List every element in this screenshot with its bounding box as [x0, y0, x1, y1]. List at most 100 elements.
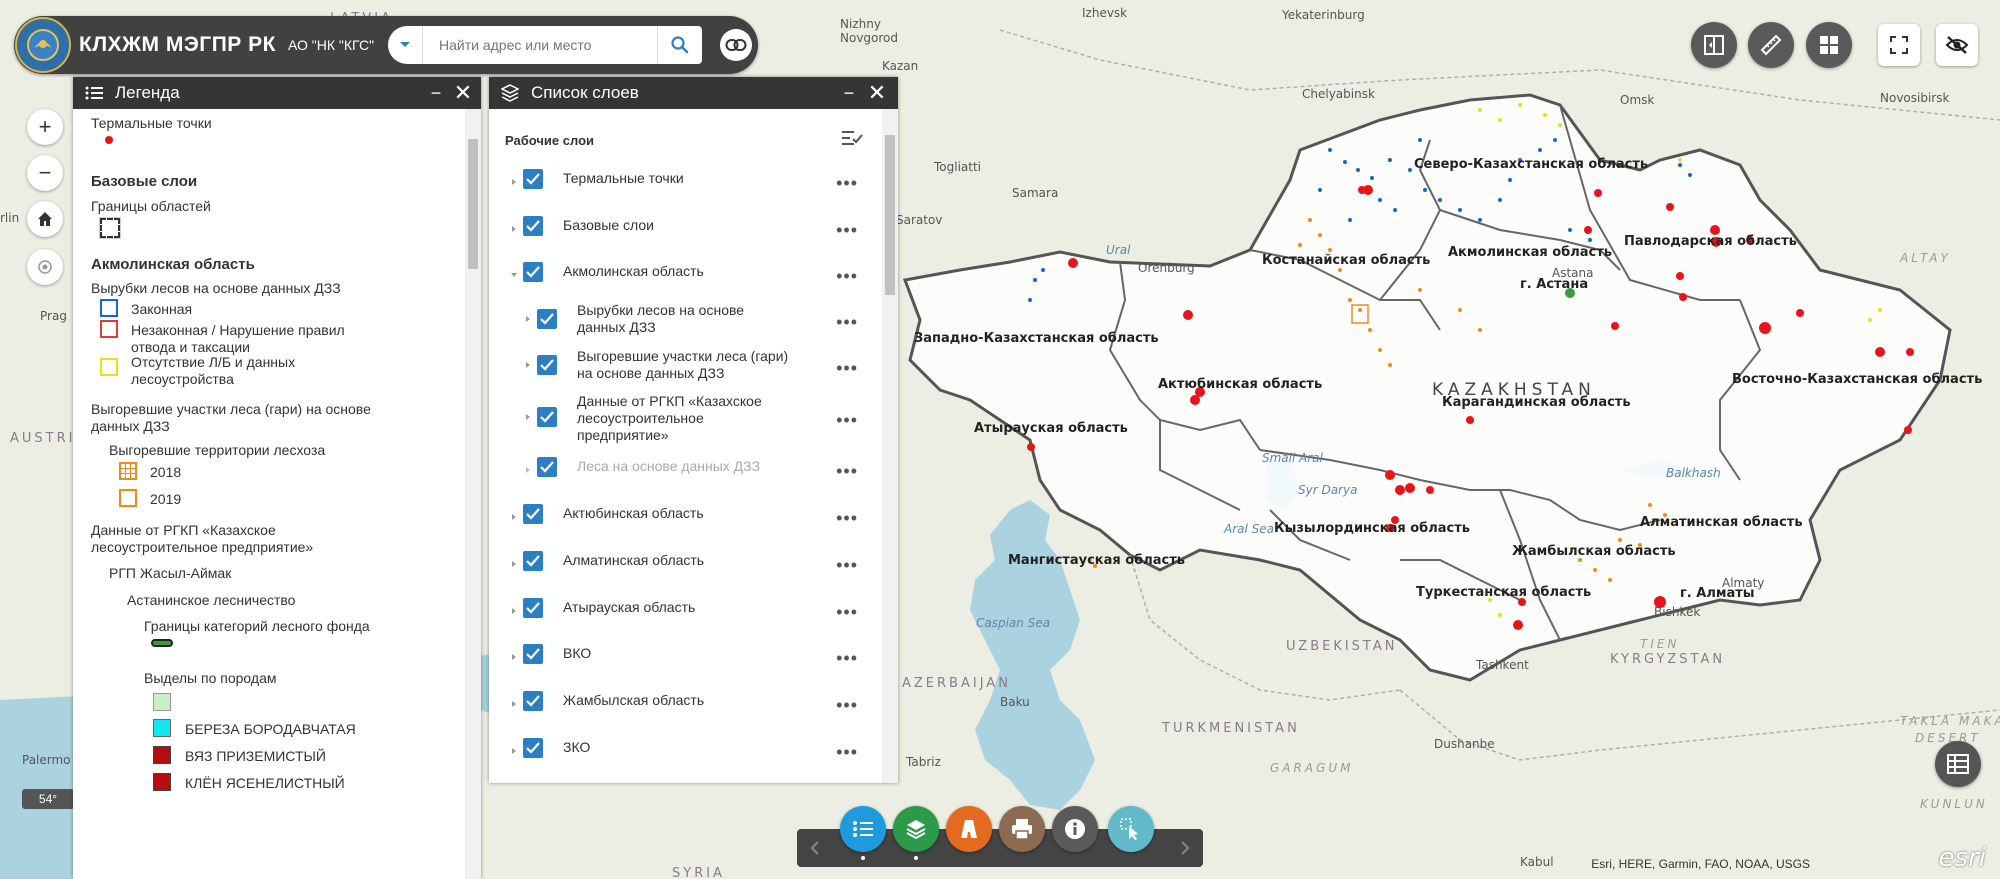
layer-row-burned[interactable]: Выгоревшие участки леса (гари) на основе… — [489, 343, 882, 387]
zoom-out-button[interactable]: − — [27, 155, 63, 191]
home-button[interactable] — [27, 201, 63, 237]
chevron-right-icon[interactable] — [1179, 840, 1191, 856]
chevron-right-icon[interactable] — [510, 653, 518, 661]
layer-row-vko[interactable]: ВКО ••• — [489, 639, 882, 679]
more-options-icon[interactable]: ••• — [836, 603, 858, 621]
map-region-kyzylorda: Кызылординская область — [1274, 521, 1470, 536]
more-options-icon[interactable]: ••• — [836, 174, 858, 192]
layer-row-zhambyl[interactable]: Жамбылская область ••• — [489, 686, 882, 726]
layer-row-thermal[interactable]: Термальные точки ••• — [489, 164, 882, 204]
search-button[interactable] — [657, 26, 702, 64]
minimize-icon[interactable]: − — [423, 77, 449, 109]
chevron-right-icon[interactable] — [524, 315, 532, 323]
search-input[interactable] — [437, 36, 651, 54]
more-options-icon[interactable]: ••• — [836, 221, 858, 239]
more-options-icon[interactable]: ••• — [836, 313, 858, 331]
legend-burned-line2: данных ДЗЗ — [91, 418, 170, 434]
legend-title: Легенда — [115, 83, 180, 102]
chevron-right-icon[interactable] — [524, 413, 532, 421]
chevron-right-icon[interactable] — [510, 747, 518, 755]
layer-checkbox[interactable] — [537, 309, 557, 329]
layer-row-zko[interactable]: ЗКО ••• — [489, 733, 882, 773]
legend-widget-button[interactable] — [840, 806, 886, 852]
more-options-icon[interactable]: ••• — [836, 696, 858, 714]
layer-row-rgkp[interactable]: Данные от РГКП «Казахское лесоустроитель… — [489, 389, 882, 447]
legend-scrollbar[interactable] — [465, 109, 481, 879]
layer-checkbox[interactable] — [537, 407, 557, 427]
print-widget-button[interactable] — [999, 806, 1045, 852]
about-widget-button[interactable] — [1052, 806, 1098, 852]
layer-checkbox[interactable] — [523, 598, 543, 618]
layer-label-line1: Данные от РГКП «Казахское — [577, 393, 762, 409]
layer-row-logging[interactable]: Вырубки лесов на основе данных ДЗЗ ••• — [489, 297, 882, 341]
layer-row-atyrau[interactable]: Атырауская область ••• — [489, 593, 882, 633]
more-options-icon[interactable]: ••• — [836, 411, 858, 429]
close-icon[interactable]: ✕ — [864, 77, 890, 109]
chevron-right-icon[interactable] — [510, 225, 518, 233]
layer-checkbox[interactable] — [523, 216, 543, 236]
chevron-right-icon[interactable] — [510, 560, 518, 568]
layer-checkbox[interactable] — [523, 169, 543, 189]
check-icon — [540, 359, 554, 371]
identify-widget-button[interactable] — [1108, 806, 1154, 852]
fullscreen-button[interactable] — [1878, 24, 1920, 66]
map-region-vko: Восточно-Казахстанская область — [1732, 372, 1982, 387]
more-options-icon[interactable]: ••• — [836, 509, 858, 527]
chevron-right-icon[interactable] — [510, 178, 518, 186]
chevron-right-icon[interactable] — [510, 700, 518, 708]
measure-button[interactable] — [1748, 22, 1794, 68]
search-box — [388, 26, 702, 64]
layer-row-akmola[interactable]: Акмолинская область ••• — [489, 257, 882, 297]
chevron-down-icon[interactable] — [510, 271, 518, 279]
more-options-icon[interactable]: ••• — [836, 267, 858, 285]
layer-checkbox[interactable] — [537, 355, 557, 375]
more-options-icon[interactable]: ••• — [836, 359, 858, 377]
chevron-right-icon[interactable] — [510, 513, 518, 521]
swipe-button[interactable] — [1691, 22, 1737, 68]
layer-checkbox[interactable] — [523, 504, 543, 524]
plus-icon: + — [38, 114, 52, 139]
layer-row-aktobe[interactable]: Актюбинская область ••• — [489, 499, 882, 539]
layer-checkbox[interactable] — [523, 551, 543, 571]
search-source-dropdown[interactable] — [388, 26, 423, 64]
share-link-button[interactable] — [720, 29, 752, 61]
directions-widget-button[interactable] — [946, 806, 992, 852]
chevron-left-icon[interactable] — [809, 840, 821, 856]
layer-row-base[interactable]: Базовые слои ••• — [489, 211, 882, 251]
chevron-down-icon — [400, 42, 410, 47]
chevron-right-icon[interactable] — [524, 466, 532, 474]
legend-rgkp-line2: лесоустроительное предприятие» — [91, 539, 314, 555]
more-options-icon[interactable]: ••• — [836, 556, 858, 574]
layer-list-widget-button[interactable] — [893, 806, 939, 852]
more-options-icon[interactable]: ••• — [836, 649, 858, 667]
toggle-visibility-button[interactable] — [1936, 24, 1978, 66]
locate-button[interactable] — [27, 249, 63, 285]
layer-row-forests[interactable]: Леса на основе данных ДЗЗ ••• — [489, 452, 882, 492]
coordinate-readout[interactable]: 54° — [22, 789, 74, 809]
more-options-icon[interactable]: ••• — [836, 743, 858, 761]
layer-checkbox[interactable] — [523, 644, 543, 664]
basemap-gallery-button[interactable] — [1806, 22, 1852, 68]
more-options-icon[interactable]: ••• — [836, 462, 858, 480]
attribute-table-button[interactable] — [1935, 741, 1981, 787]
layer-checkbox[interactable] — [523, 262, 543, 282]
legend-scroll-thumb[interactable] — [468, 139, 478, 269]
minimize-icon[interactable]: − — [836, 77, 862, 109]
check-icon — [526, 742, 540, 754]
layer-options-icon[interactable] — [841, 129, 863, 147]
close-icon[interactable]: ✕ — [450, 77, 476, 109]
check-icon — [526, 508, 540, 520]
layer-list-scrollbar[interactable] — [882, 109, 898, 783]
legend-thermal-label: Термальные точки — [91, 115, 212, 131]
layer-checkbox[interactable] — [523, 738, 543, 758]
chevron-right-icon[interactable] — [510, 607, 518, 615]
layer-list-scroll-thumb[interactable] — [885, 135, 895, 295]
layer-row-almaty[interactable]: Алматинская область ••• — [489, 546, 882, 586]
chevron-right-icon[interactable] — [524, 361, 532, 369]
layer-checkbox[interactable] — [537, 457, 557, 477]
elm-swatch — [153, 746, 171, 764]
layer-checkbox[interactable] — [523, 691, 543, 711]
legend-burned-line1: Выгоревшие участки леса (гари) на основе — [91, 401, 371, 417]
zoom-in-button[interactable]: + — [27, 109, 63, 145]
map-city-dushanbe: Dushanbe — [1434, 737, 1495, 751]
